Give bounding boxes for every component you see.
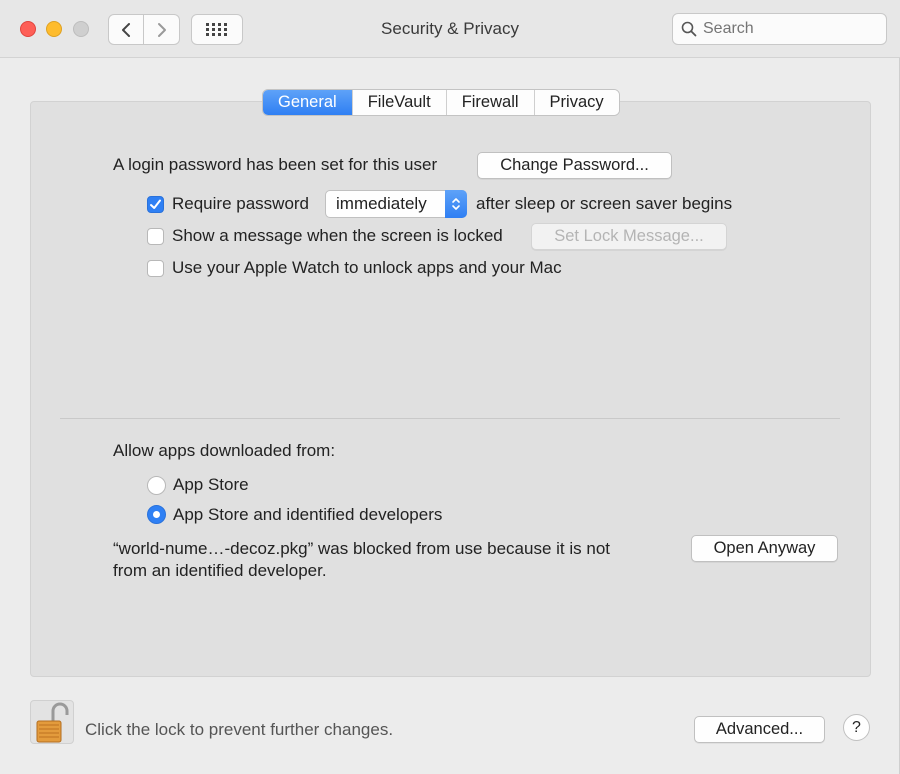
forward-button[interactable] <box>144 14 180 45</box>
up-down-chevron-icon <box>452 198 460 210</box>
lock-button[interactable] <box>30 700 74 744</box>
radio-app-store-identified[interactable] <box>147 505 166 524</box>
advanced-button[interactable]: Advanced... <box>694 716 825 743</box>
general-panel <box>30 101 871 677</box>
minimize-window-button[interactable] <box>46 21 62 37</box>
radio-app-store[interactable] <box>147 476 166 495</box>
change-password-button[interactable]: Change Password... <box>477 152 672 179</box>
apple-watch-checkbox[interactable] <box>147 260 164 277</box>
popup-arrows <box>445 190 467 218</box>
search-field[interactable] <box>672 13 887 45</box>
require-password-checkbox[interactable] <box>147 196 164 213</box>
checkmark-icon <box>150 199 161 209</box>
grid-icon <box>206 22 227 36</box>
help-button[interactable]: ? <box>843 714 870 741</box>
apple-watch-label: Use your Apple Watch to unlock apps and … <box>172 258 562 277</box>
blocked-message-line2: from an identified developer. <box>113 561 327 580</box>
blocked-message-line1: “world-nume…-decoz.pkg” was blocked from… <box>113 539 610 558</box>
section-divider <box>60 418 840 419</box>
search-input[interactable] <box>703 20 873 38</box>
title-bar: Security & Privacy <box>0 0 900 58</box>
login-password-text: A login password has been set for this u… <box>113 155 438 174</box>
tab-bar: General FileVault Firewall Privacy <box>262 89 620 116</box>
tab-firewall[interactable]: Firewall <box>446 90 535 115</box>
unlocked-padlock-icon <box>36 702 69 743</box>
set-lock-message-button[interactable]: Set Lock Message... <box>531 223 727 250</box>
radio-app-store-identified-label: App Store and identified developers <box>173 505 443 524</box>
search-icon <box>681 21 697 37</box>
open-anyway-button[interactable]: Open Anyway <box>691 535 838 562</box>
radio-dot <box>153 511 160 518</box>
show-message-label: Show a message when the screen is locked <box>172 226 503 245</box>
tab-general[interactable]: General <box>263 90 353 115</box>
popup-value: immediately <box>336 194 427 213</box>
allow-apps-heading: Allow apps downloaded from: <box>113 441 336 460</box>
require-password-label: Require password <box>172 194 310 213</box>
require-password-popup[interactable]: immediately <box>325 190 467 218</box>
close-window-button[interactable] <box>20 21 36 37</box>
require-password-suffix: after sleep or screen saver begins <box>476 194 733 213</box>
chevron-left-icon <box>122 22 130 37</box>
security-privacy-window: Security & Privacy General FileVault Fir… <box>0 0 900 774</box>
radio-app-store-label: App Store <box>173 475 249 494</box>
tab-filevault[interactable]: FileVault <box>352 90 447 115</box>
window-title: Security & Privacy <box>381 19 519 38</box>
tab-privacy[interactable]: Privacy <box>534 90 619 115</box>
lock-message: Click the lock to prevent further change… <box>85 720 394 739</box>
show-message-checkbox[interactable] <box>147 228 164 245</box>
zoom-window-button[interactable] <box>73 21 89 37</box>
show-all-button[interactable] <box>191 14 243 45</box>
chevron-right-icon <box>157 22 166 37</box>
back-button[interactable] <box>108 14 144 45</box>
